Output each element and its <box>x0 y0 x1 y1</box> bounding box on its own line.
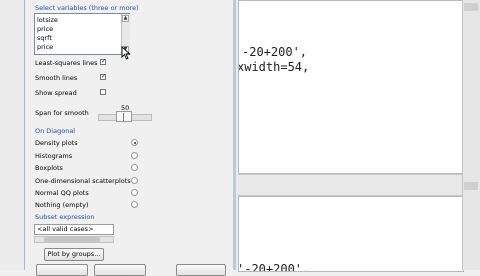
subset-expression-label: Subset expression <box>35 213 95 221</box>
least-squares-checkbox[interactable]: ✓ <box>100 59 106 65</box>
script-line: xwidth=54, <box>238 60 310 74</box>
plot-by-groups-button[interactable]: Plot by groups... <box>44 248 104 261</box>
list-item[interactable]: lotsize <box>37 16 58 24</box>
subset-scrollbar-thumb[interactable] <box>44 237 100 242</box>
on-diagonal-label: On Diagonal <box>35 127 76 135</box>
show-spread-checkbox[interactable] <box>100 89 106 95</box>
one-dimensional-scatterplots-radio[interactable] <box>131 177 138 184</box>
dialog-button[interactable] <box>36 264 88 276</box>
diagonal-option-label: One-dimensional scatterplots <box>35 177 131 185</box>
diagonal-option-label: Normal QQ plots <box>35 189 89 197</box>
list-item[interactable]: price <box>37 25 53 33</box>
scrollbar-thumb[interactable] <box>464 3 478 11</box>
check-icon: ✓ <box>101 73 107 80</box>
variables-listbox[interactable]: lotsize price sqrft price <box>34 13 130 55</box>
diagonal-option-label: Boxplots <box>35 164 63 172</box>
nothing-empty-radio[interactable] <box>131 201 138 208</box>
script-line: -20+200', <box>242 45 308 59</box>
check-icon: ✓ <box>101 58 107 65</box>
list-item[interactable]: sqrft <box>37 34 52 42</box>
span-label: Span for smooth <box>35 109 89 117</box>
normal-qq-plots-radio[interactable] <box>131 189 138 196</box>
script-window[interactable]: -20+200', xwidth=54, <box>238 0 464 174</box>
smooth-lines-label: Smooth lines <box>35 74 78 82</box>
smooth-lines-checkbox[interactable]: ✓ <box>100 74 106 80</box>
span-slider-handle[interactable] <box>116 111 132 122</box>
density-plots-radio[interactable] <box>131 139 138 146</box>
scrollbar-thumb[interactable] <box>464 182 478 190</box>
histograms-radio[interactable] <box>131 152 138 159</box>
output-window[interactable]: '-20+200', <box>238 196 464 272</box>
least-squares-label: Least-squares lines <box>35 59 98 67</box>
dialog-button[interactable] <box>94 264 146 276</box>
diagonal-option-label: Density plots <box>35 139 78 147</box>
scroll-up-icon[interactable]: ▲ <box>122 15 129 22</box>
window-scrollbar[interactable] <box>462 0 480 270</box>
dialog-button[interactable] <box>176 264 226 276</box>
diagonal-option-label: Nothing (empty) <box>35 201 89 209</box>
output-line: '-20+200', <box>238 262 310 272</box>
pane-divider[interactable] <box>238 174 462 196</box>
boxplots-radio[interactable] <box>131 164 138 171</box>
mouse-pointer-icon <box>121 46 131 60</box>
diagonal-option-label: Histograms <box>35 152 73 160</box>
subset-expression-value: <all valid cases> <box>37 225 94 233</box>
show-spread-label: Show spread <box>35 89 77 97</box>
list-item[interactable]: price <box>37 43 53 51</box>
select-variables-label: Select variables (three or more) <box>35 4 139 12</box>
